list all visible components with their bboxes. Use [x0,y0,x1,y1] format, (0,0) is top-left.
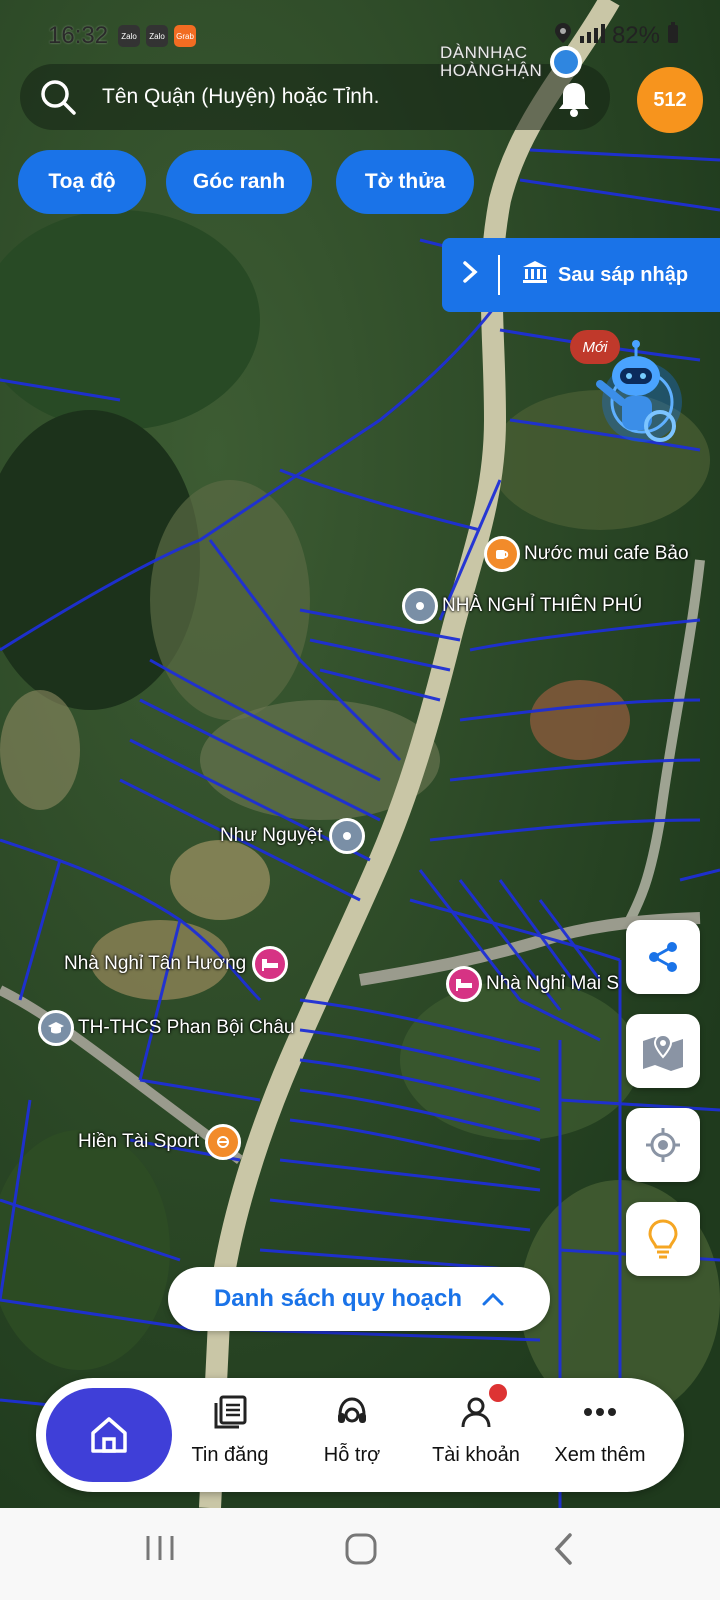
grab-icon: Grab [174,25,197,47]
map-layers-button[interactable] [626,1014,700,1088]
system-navigation-bar [0,1508,720,1600]
poi-hotel-tan-huong[interactable]: Nhà Nghỉ Tân Hương [64,946,289,982]
poi-cafe[interactable]: Nước mui cafe Bảo [484,536,689,572]
sport-icon [205,1124,242,1160]
lightbulb-icon [648,1219,678,1259]
poi-nhu-nguyet[interactable]: Như Nguyệt [220,818,365,854]
planning-list-label: Danh sách quy hoạch [213,1285,463,1312]
poi-sport[interactable]: Hiền Tài Sport [78,1124,242,1160]
zalo-icon: Zalo [118,25,141,47]
hotel-icon [446,966,482,1002]
nav-home[interactable] [46,1388,172,1482]
chevron-up-icon [482,1285,504,1313]
ai-assistant-button[interactable]: Mới [570,330,686,456]
battery-icon [666,21,680,51]
more-icon [583,1392,617,1432]
share-icon [649,942,677,972]
home-icon [91,1417,127,1453]
place-icon [402,588,438,624]
poi-hotel-mai[interactable]: Nhà Nghỉ Mai S [446,966,619,1002]
bottom-navigation: Tin đăng Hỗ trợ Tài khoản Xem thêm [36,1378,684,1492]
nav-support[interactable]: Hỗ trợ [292,1392,412,1467]
chevron-right-icon [462,259,478,291]
account-icon [459,1384,507,1432]
merge-toggle-button[interactable]: Sau sáp nhập [442,238,720,312]
locate-me-button[interactable] [626,1108,700,1182]
chip-parcel[interactable]: Tờ thửa [336,150,474,214]
notification-button[interactable] [545,70,603,128]
search-placeholder: Tên Quận (Huyện) hoặc Tỉnh. [102,85,380,108]
signal-icon [578,22,606,51]
school-icon [38,1010,74,1046]
notification-count-badge[interactable]: 512 [637,67,703,133]
divider [498,255,500,295]
chip-coordinates[interactable]: Toạ độ [18,150,146,214]
nav-listings[interactable]: Tin đăng [170,1392,290,1467]
back-icon[interactable] [552,1532,574,1571]
merge-label: Sau sáp nhập [558,263,689,286]
nav-account[interactable]: Tài khoản [416,1384,536,1467]
battery-text: 82% [611,22,660,49]
status-app-icons: Zalo Zalo Grab [118,25,197,47]
listing-icon [213,1392,247,1432]
recent-apps-icon[interactable] [144,1532,176,1569]
status-bar: 16:32 Zalo Zalo Grab 82% [48,18,680,54]
status-time: 16:32 [48,22,109,49]
status-right: 82% [554,21,680,51]
map-place-label: DÀNNHẠC HOÀNGHẬN [440,43,543,80]
chip-corner[interactable]: Góc ranh [166,150,312,214]
tips-button[interactable] [626,1202,700,1276]
hotel-icon [252,946,289,982]
support-icon [335,1392,369,1432]
crosshair-icon [646,1128,680,1162]
bell-icon [559,83,589,117]
poi-guesthouse[interactable]: NHÀ NGHỈ THIÊN PHÚ [402,588,642,624]
cafe-icon [484,536,520,572]
poi-school[interactable]: TH-THCS Phan Bội Châu [38,1010,294,1046]
account-alert-dot [489,1384,507,1402]
place-icon [328,818,365,854]
search-icon [38,77,78,117]
home-nav-icon[interactable] [344,1532,378,1571]
planning-list-button[interactable]: Danh sách quy hoạch [168,1267,550,1331]
share-button[interactable] [626,920,700,994]
bank-icon [522,260,548,290]
new-badge: Mới [570,330,620,364]
map-icon [643,1033,683,1071]
zalo-icon: Zalo [146,25,169,47]
nav-more[interactable]: Xem thêm [540,1392,660,1467]
